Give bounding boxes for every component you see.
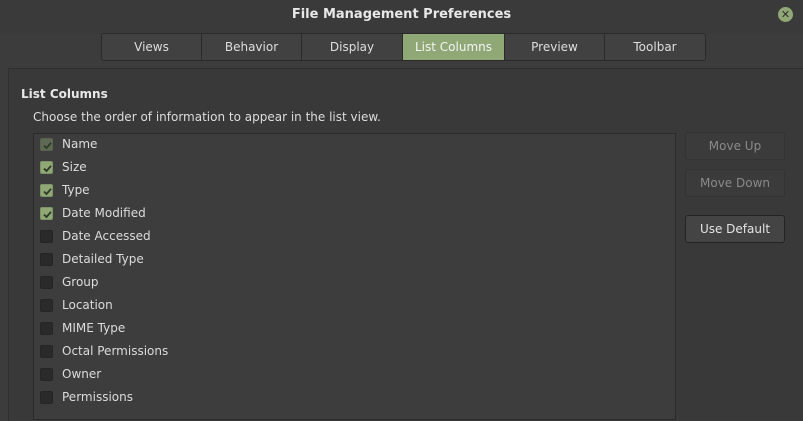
list-item[interactable]: Type [34, 180, 675, 203]
list-item-label: Name [62, 137, 98, 151]
list-item[interactable]: MIME Type [34, 318, 675, 341]
list-item-label: Date Modified [62, 206, 146, 220]
tab-views[interactable]: Views [102, 34, 202, 60]
title-bar: File Management Preferences ✕ [0, 0, 803, 34]
checkbox [40, 138, 53, 151]
checkbox[interactable] [40, 161, 53, 174]
list-item-label: Type [62, 183, 90, 197]
list-item[interactable]: Size [34, 157, 675, 180]
list-item[interactable]: Octal Permissions [34, 341, 675, 364]
checkbox[interactable] [40, 368, 53, 381]
list-item-label: Octal Permissions [62, 344, 169, 358]
checkbox[interactable] [40, 230, 53, 243]
tab-list-columns[interactable]: List Columns [403, 34, 505, 60]
list-item-label: Permissions [62, 390, 133, 404]
list-item[interactable]: Group [34, 272, 675, 295]
move-up-button[interactable]: Move Up [685, 132, 785, 160]
list-item[interactable]: Detailed Type [34, 249, 675, 272]
section-title: List Columns [21, 87, 108, 101]
tab-behavior[interactable]: Behavior [202, 34, 302, 60]
tab-toolbar[interactable]: Toolbar [605, 34, 705, 60]
list-item[interactable]: Location [34, 295, 675, 318]
checkbox[interactable] [40, 345, 53, 358]
window-title: File Management Preferences [291, 7, 512, 22]
checkbox[interactable] [40, 184, 53, 197]
tab-display[interactable]: Display [302, 34, 403, 60]
list-item[interactable]: Date Accessed [34, 226, 675, 249]
list-item[interactable]: Date Modified [34, 203, 675, 226]
list-item[interactable]: Permissions [34, 387, 675, 410]
list-item-label: Detailed Type [62, 252, 144, 266]
close-icon[interactable]: ✕ [778, 7, 793, 22]
list-item[interactable]: Owner [34, 364, 675, 387]
list-item-label: Owner [62, 367, 102, 381]
checkbox[interactable] [40, 253, 53, 266]
list-item-label: Date Accessed [62, 229, 151, 243]
tab-preview[interactable]: Preview [505, 34, 605, 60]
checkbox[interactable] [40, 322, 53, 335]
column-list: Name Size Type Date Modified Date Accessed De… [33, 133, 676, 420]
section-description: Choose the order of information to appea… [33, 110, 381, 124]
checkbox[interactable] [40, 207, 53, 220]
tab-bar: Views Behavior Display List Columns Prev… [101, 33, 706, 61]
move-down-button[interactable]: Move Down [685, 169, 785, 197]
list-item-label: Size [62, 160, 87, 174]
list-item-label: Group [62, 275, 99, 289]
checkbox[interactable] [40, 276, 53, 289]
checkbox[interactable] [40, 299, 53, 312]
list-item-label: MIME Type [62, 321, 126, 335]
list-item-label: Location [62, 298, 113, 312]
use-default-button[interactable]: Use Default [685, 215, 785, 243]
list-item[interactable]: Name [34, 134, 675, 157]
checkbox[interactable] [40, 391, 53, 404]
